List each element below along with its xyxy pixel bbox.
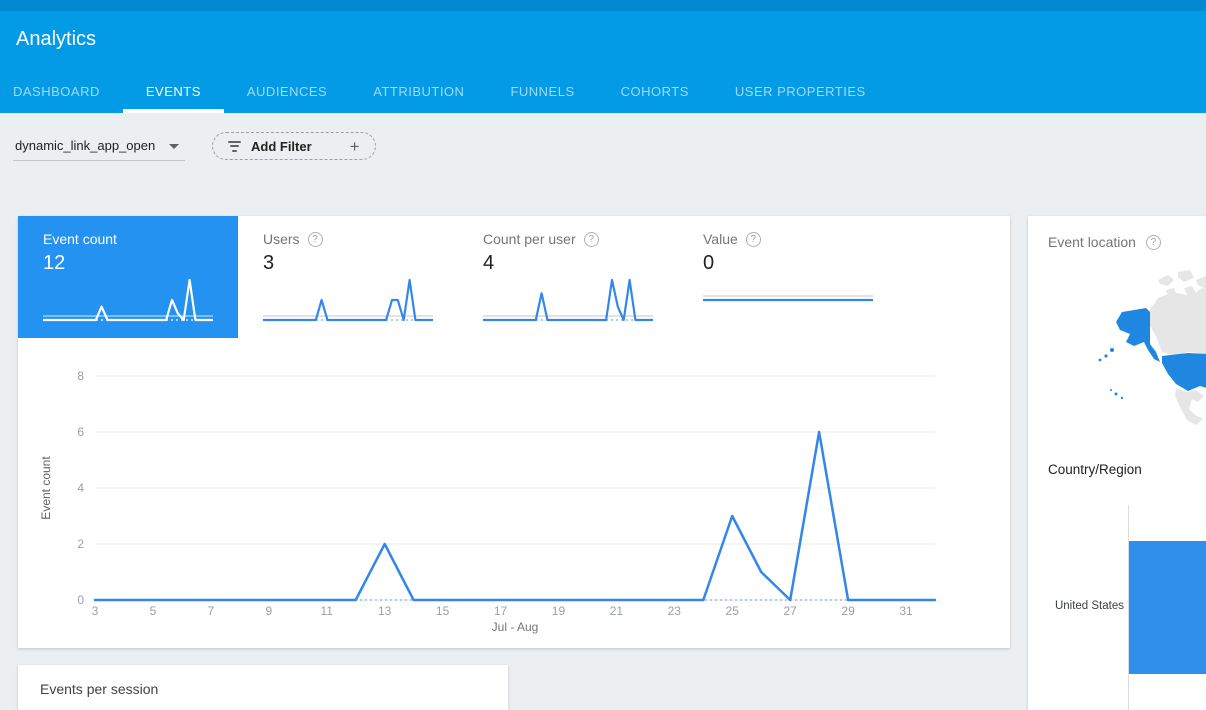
filter-icon xyxy=(228,141,241,152)
event-select-value: dynamic_link_app_open xyxy=(15,138,155,153)
tab-cohorts[interactable]: COHORTS xyxy=(598,70,712,113)
svg-text:27: 27 xyxy=(783,604,797,618)
tab-events[interactable]: EVENTS xyxy=(123,70,224,113)
united-states-bar xyxy=(1129,541,1206,674)
svg-text:13: 13 xyxy=(378,604,392,618)
tab-user-properties[interactable]: USER PROPERTIES xyxy=(712,70,889,113)
event-overview-card: Event count 12 Users? 3 Count per user? … xyxy=(18,216,1010,648)
svg-text:19: 19 xyxy=(552,604,566,618)
svg-text:3: 3 xyxy=(92,604,99,618)
metric-card-row: Event count 12 Users? 3 Count per user? … xyxy=(18,216,1010,338)
world-map xyxy=(1038,266,1206,461)
event-count-line-chart: 0 2 4 6 8 3 5 7 9 11 13 15 17 19 21 23 25 27 29 31 Jul - Aug… xyxy=(18,338,1010,648)
page-title: Analytics xyxy=(16,28,96,51)
svg-text:31: 31 xyxy=(899,604,913,618)
event-select-dropdown[interactable]: dynamic_link_app_open xyxy=(13,131,185,161)
metric-card-count-per-user[interactable]: Count per user? 4 xyxy=(458,216,678,338)
help-icon[interactable]: ? xyxy=(584,232,599,247)
add-filter-button[interactable]: Add Filter + xyxy=(212,132,376,160)
analytics-dashboard: Analytics DASHBOARD EVENTS AUDIENCES ATT… xyxy=(0,0,1206,710)
map-hawaii xyxy=(1110,389,1123,399)
metric-card-event-count[interactable]: Event count 12 xyxy=(18,216,238,338)
tab-funnels[interactable]: FUNNELS xyxy=(487,70,597,113)
help-icon[interactable]: ? xyxy=(308,232,323,247)
metric-label: Count per user xyxy=(483,231,576,247)
help-icon[interactable]: ? xyxy=(746,232,761,247)
svg-text:5: 5 xyxy=(150,604,157,618)
svg-text:8: 8 xyxy=(77,369,84,383)
svg-text:23: 23 xyxy=(668,604,682,618)
tab-audiences[interactable]: AUDIENCES xyxy=(224,70,350,113)
map-canada xyxy=(1150,288,1206,356)
svg-text:15: 15 xyxy=(436,604,450,618)
metric-card-value[interactable]: Value? 0 xyxy=(678,216,898,338)
svg-text:4: 4 xyxy=(77,481,84,495)
metric-card-users[interactable]: Users? 3 xyxy=(238,216,458,338)
tab-dashboard[interactable]: DASHBOARD xyxy=(0,70,123,113)
metric-label: Event count xyxy=(43,231,117,247)
svg-text:Jul - Aug: Jul - Aug xyxy=(492,620,539,634)
svg-text:9: 9 xyxy=(265,604,272,618)
svg-text:21: 21 xyxy=(610,604,624,618)
metric-label: Users xyxy=(263,231,300,247)
add-filter-label: Add Filter xyxy=(251,139,312,154)
browser-status-strip xyxy=(0,0,1206,11)
events-per-session-title: Events per session xyxy=(40,681,158,697)
svg-text:7: 7 xyxy=(208,604,215,618)
plus-icon: + xyxy=(350,138,360,155)
tab-bar: DASHBOARD EVENTS AUDIENCES ATTRIBUTION F… xyxy=(0,70,889,113)
event-count-sparkline xyxy=(43,270,213,332)
metric-label: Value xyxy=(703,231,738,247)
map-united-states xyxy=(1162,353,1206,391)
help-icon[interactable]: ? xyxy=(1146,235,1161,250)
svg-text:Event count: Event count xyxy=(39,456,53,520)
event-location-card: Event location ? xyxy=(1028,216,1206,710)
events-per-session-card: Events per session xyxy=(18,665,508,710)
value-sparkline xyxy=(703,270,873,332)
dropdown-caret-icon xyxy=(169,144,179,149)
country-bar-label: United States xyxy=(1028,600,1124,612)
svg-text:0: 0 xyxy=(77,593,84,607)
map-mexico xyxy=(1175,388,1204,425)
event-location-title: Event location xyxy=(1048,234,1136,250)
app-header: Analytics DASHBOARD EVENTS AUDIENCES ATT… xyxy=(0,11,1206,113)
svg-text:6: 6 xyxy=(77,425,84,439)
tab-attribution[interactable]: ATTRIBUTION xyxy=(350,70,487,113)
count-per-user-sparkline xyxy=(483,270,653,332)
svg-text:17: 17 xyxy=(494,604,508,618)
svg-text:2: 2 xyxy=(77,537,84,551)
country-region-header: Country/Region xyxy=(1048,462,1142,477)
svg-text:11: 11 xyxy=(320,604,333,618)
active-tab-underline xyxy=(123,109,224,113)
svg-text:25: 25 xyxy=(726,604,740,618)
svg-text:29: 29 xyxy=(841,604,855,618)
users-sparkline xyxy=(263,270,433,332)
